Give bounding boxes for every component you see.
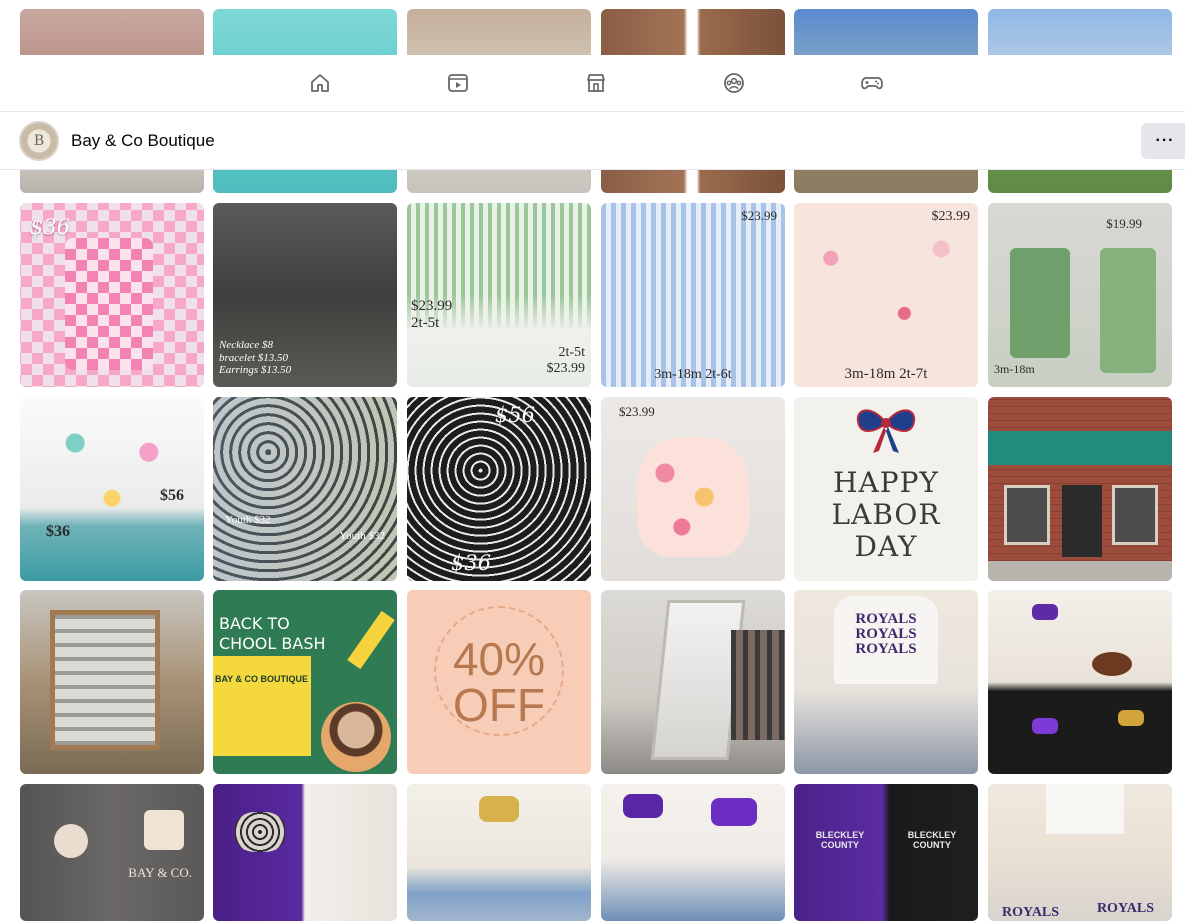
bash-info-box [213, 656, 311, 756]
tumbler-body [65, 238, 153, 370]
photo-purple-leopard-tees[interactable] [213, 784, 397, 921]
photo-checkered-tumbler[interactable]: $36 [20, 203, 204, 387]
football-1 [1092, 652, 1132, 676]
page: $36 Necklace $8 bracelet $13.50 Earrings… [0, 0, 1185, 921]
labor-day-text: HAPPY LABOR DAY [831, 466, 941, 564]
storefront-sidewalk [988, 561, 1172, 581]
display-rack [50, 610, 160, 750]
photo-green-smocked[interactable]: $19.99 3m-18m [988, 203, 1172, 387]
romper-price: $23.99 [619, 404, 655, 419]
green-price: $19.99 [1106, 216, 1142, 231]
photo-gold-bow-tee[interactable] [407, 784, 591, 921]
pumpkin-sizes: 3m-18m 2t-6t [654, 366, 732, 382]
photo-purple-bow-tees[interactable] [601, 784, 785, 921]
photo-gingham-set[interactable]: $23.99 2t-5t 2t-5t $23.99 [407, 203, 591, 387]
avatar[interactable]: B [19, 121, 59, 161]
bleckley-text-right: BLECKLEY COUNTY [907, 830, 957, 851]
photo-floral-bows-outfits[interactable]: $23.99 3m-18m 2t-7t [794, 203, 978, 387]
photo-pumpkin-smocked[interactable]: $23.99 3m-18m 2t-6t [601, 203, 785, 387]
page-title[interactable]: Bay & Co Boutique [71, 131, 215, 151]
green-outfit [1010, 248, 1070, 358]
video-icon[interactable] [444, 69, 472, 97]
storefront-door [1062, 485, 1102, 557]
home-icon[interactable] [306, 69, 334, 97]
top-navigation-bar [0, 55, 1185, 112]
leopard-bow [235, 812, 285, 852]
photo-labor-day[interactable]: HAPPY LABOR DAY [794, 397, 978, 581]
pencil-icon [347, 610, 395, 670]
gaming-icon[interactable] [858, 69, 886, 97]
clothing-rack [731, 630, 785, 740]
photo-bay-co-tees[interactable]: BAY & CO. [20, 784, 204, 921]
caps-overlay [213, 397, 397, 581]
more-options-button[interactable]: ··· [1141, 123, 1185, 159]
back-to-school-title: BACK TO CHOOL BASH [219, 614, 326, 653]
awning [988, 431, 1172, 465]
gingham-bg [407, 203, 591, 387]
floral-sizes: 3m-18m 2t-7t [844, 365, 928, 382]
photo-40-off[interactable]: 40% OFF [407, 590, 591, 774]
photo-shop-interior[interactable] [601, 590, 785, 774]
photo-royals-tees[interactable]: ROYALS ROYALS ROYALS [794, 590, 978, 774]
bay-logo-right [144, 810, 184, 850]
green-outfit-2 [1100, 248, 1156, 373]
photo-bow-bag-tumbler[interactable]: $56 $36 [20, 397, 204, 581]
royals-text-2a: ROYALS [1002, 905, 1060, 920]
floral-price: $23.99 [931, 209, 971, 224]
patriotic-bow-icon [851, 401, 921, 456]
photo-bow-tote-tumbler[interactable]: $56 $36 [407, 397, 591, 581]
gold-bow [479, 796, 519, 822]
photo-bleckley-county-tees[interactable]: BLECKLEY COUNTY BLECKLEY COUNTY [794, 784, 978, 921]
bleckley-text-left: BLECKLEY COUNTY [815, 830, 865, 851]
royals-text-2b: ROYALS [1096, 901, 1154, 916]
bow-bag-price: $56 [160, 487, 184, 504]
tee-white [834, 596, 938, 684]
bay-logo-left [54, 824, 88, 858]
jewelry-prices: Necklace $8 bracelet $13.50 Earrings $13… [219, 339, 292, 377]
photo-leopard-caps[interactable]: Youth $32 Youth $32 [213, 397, 397, 581]
pumpkin-price: $23.99 [741, 208, 777, 223]
green-sizes: 3m-18m [994, 362, 1035, 377]
price-label: $36 [30, 215, 71, 239]
photo-jewelry[interactable]: Necklace $8 bracelet $13.50 Earrings $13… [213, 203, 397, 387]
purple-bow-1 [623, 794, 663, 818]
bow-purple-1 [1032, 604, 1058, 620]
bow-purple-2 [1032, 718, 1058, 734]
page-header: B Bay & Co Boutique ··· [0, 112, 1185, 170]
romper-shape [637, 437, 749, 557]
person-photo [321, 702, 391, 772]
storefront-window-left [1004, 485, 1050, 545]
bow-tumbler-price: $36 [46, 523, 70, 540]
bow-gold [1118, 710, 1144, 726]
photo-floral-romper[interactable]: $23.99 [601, 397, 785, 581]
starburst [434, 606, 564, 736]
royals-tee-top [1046, 784, 1124, 834]
marketplace-icon[interactable] [582, 69, 610, 97]
bay-co-text: BAY & CO. [128, 865, 192, 880]
tote-tumbler-price: $36 [451, 551, 492, 575]
photo-back-to-school[interactable]: BACK TO CHOOL BASH BAY & CO BOUTIQUE [213, 590, 397, 774]
tote-price: $56 [494, 403, 535, 427]
photo-jewelry-display[interactable] [20, 590, 204, 774]
photo-royals-tees-2[interactable]: ROYALS ROYALS [988, 784, 1172, 921]
photo-football-bows-tees[interactable] [988, 590, 1172, 774]
photo-storefront[interactable] [988, 397, 1172, 581]
storefront-window-right [1112, 485, 1158, 545]
groups-icon[interactable] [720, 69, 748, 97]
purple-bow-2 [711, 798, 757, 826]
